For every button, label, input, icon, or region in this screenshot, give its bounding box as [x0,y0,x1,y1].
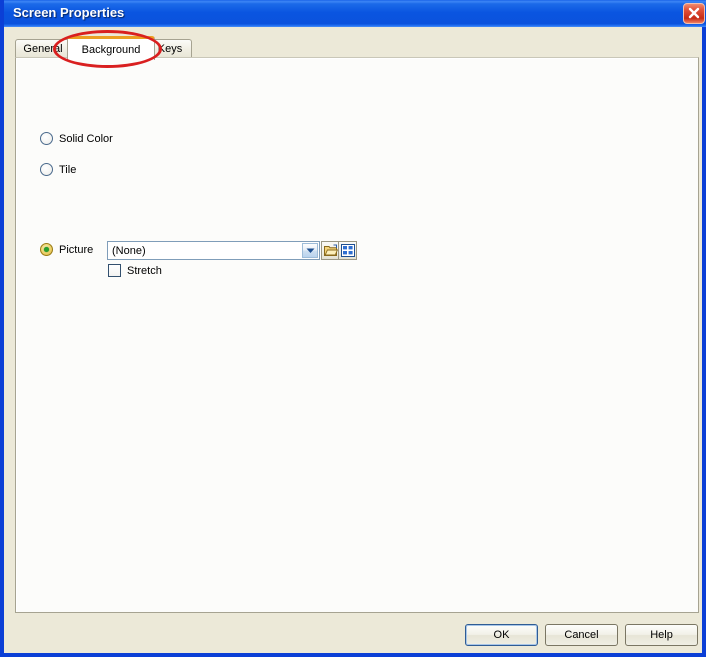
label-stretch: Stretch [127,264,162,277]
checkbox-row-stretch[interactable]: Stretch [108,264,162,277]
title-bar[interactable]: Screen Properties [4,0,706,27]
radio-row-solid-color[interactable]: Solid Color [40,132,113,145]
radio-row-tile[interactable]: Tile [40,163,76,176]
window-title: Screen Properties [13,5,125,20]
chevron-down-icon[interactable] [302,243,318,258]
tab-strip: General Background Keys [15,36,699,60]
radio-tile[interactable] [40,163,53,176]
tab-background[interactable]: Background [67,36,155,60]
label-tile: Tile [59,163,77,176]
close-icon[interactable] [683,3,705,24]
label-picture: Picture [59,243,94,256]
radio-solid-color[interactable] [40,132,53,145]
tab-general[interactable]: General [15,39,71,58]
ok-button[interactable]: OK [465,624,538,646]
cancel-button[interactable]: Cancel [545,624,618,646]
checkbox-stretch[interactable] [108,264,121,277]
radio-row-picture[interactable]: Picture [40,243,93,256]
grid-gallery-icon[interactable] [338,241,357,260]
picture-combobox[interactable]: (None) [107,241,320,260]
label-solid-color: Solid Color [59,132,113,145]
picture-combobox-value: (None) [112,245,146,257]
screen-properties-dialog: Screen Properties General Background Key… [0,0,706,657]
help-button[interactable]: Help [625,624,698,646]
radio-picture[interactable] [40,243,53,256]
tab-panel-background: Solid Color Tile Picture (None) Stretch [15,57,699,613]
